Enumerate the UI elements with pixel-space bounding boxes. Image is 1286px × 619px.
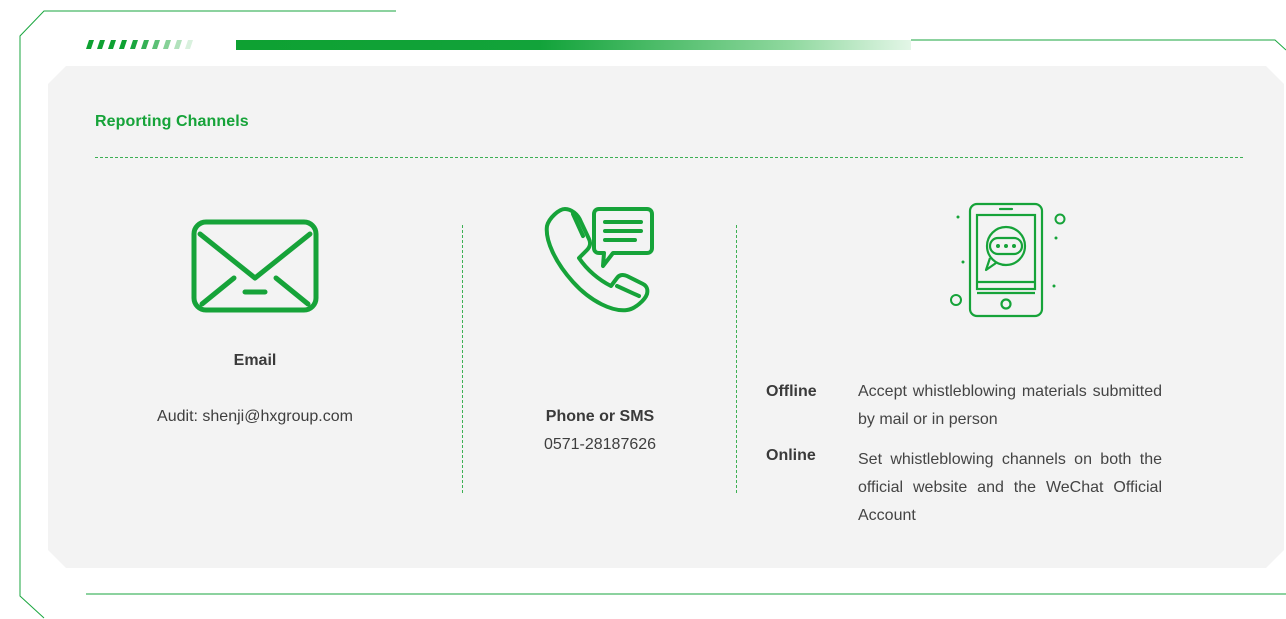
section-title: Reporting Channels [95,113,249,130]
channel-term-online: Online [766,447,816,464]
title-divider [95,157,1243,158]
envelope-icon [191,219,319,313]
channel-desc-online: Set whistleblowing channels on both the … [858,451,1162,524]
channel-desc-offline: Accept whistleblowing materials submitte… [858,383,1162,428]
header-stripes [86,40,193,49]
phone-number[interactable]: 0571-28187626 [510,436,690,454]
email-address[interactable]: Audit: shenji@hxgroup.com [120,408,390,426]
reporting-channels-card: Reporting Channels Email Audit: shenji@h… [0,0,1286,619]
phone-title: Phone or SMS [545,408,655,425]
channel-term-offline: Offline [766,383,817,400]
column-divider-2 [736,225,737,493]
email-title: Email [233,352,277,369]
smartphone-message-icon [950,202,1066,318]
column-divider-1 [462,225,463,493]
header-gradient-bar [236,40,911,50]
phone-chat-icon [544,207,654,313]
